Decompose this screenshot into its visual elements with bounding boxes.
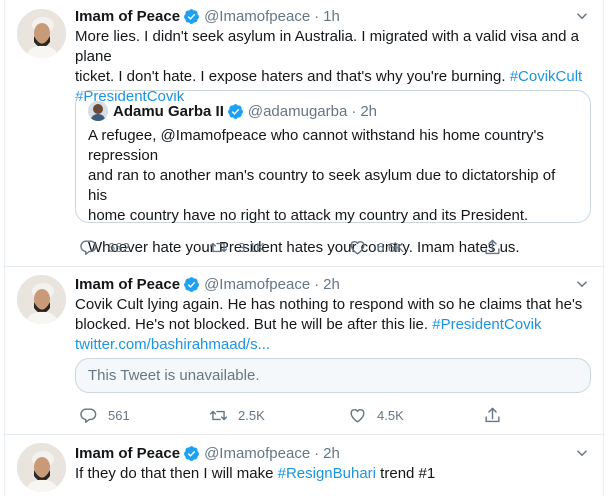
- quoted-author-handle: @adamugarba: [247, 102, 348, 120]
- separator-dot: ·: [351, 102, 357, 120]
- tweet-timestamp[interactable]: 2h: [323, 276, 340, 293]
- author-handle[interactable]: @Imamofpeace: [204, 445, 310, 462]
- tweet-actions: 561 2.5K 4.5K: [75, 405, 591, 425]
- like-button[interactable]: 6.6K: [348, 237, 404, 257]
- share-icon: [483, 406, 502, 425]
- separator-dot: ·: [314, 444, 320, 462]
- tweet-actions: 662 3.1K 6.6K: [75, 237, 591, 257]
- verified-icon: [183, 276, 200, 293]
- chevron-down-icon[interactable]: [573, 7, 591, 25]
- tweet-text-line: Covik Cult lying again. He has nothing t…: [75, 296, 583, 313]
- tweet-timestamp[interactable]: 1h: [323, 8, 340, 25]
- author-name[interactable]: Imam of Peace: [75, 445, 180, 462]
- tweet[interactable]: Imam of Peace @Imamofpeace · 2h Covik Cu…: [5, 267, 603, 435]
- reply-button[interactable]: 561: [79, 405, 130, 425]
- tweet-text-segment: If they do that then I will make: [75, 465, 278, 482]
- tweet-text-segment: trend #1: [376, 465, 436, 482]
- like-icon: [348, 406, 367, 425]
- avatar[interactable]: [17, 9, 66, 58]
- retweet-button[interactable]: 2.5K: [209, 405, 265, 425]
- tweet[interactable]: Imam of Peace @Imamofpeace · 2h If they …: [5, 435, 603, 496]
- separator-dot: ·: [314, 275, 320, 293]
- tweet-text: Covik Cult lying again. He has nothing t…: [75, 295, 591, 355]
- author-handle[interactable]: @Imamofpeace: [204, 276, 310, 293]
- quoted-avatar: [88, 101, 108, 121]
- retweet-count: 2.5K: [238, 407, 265, 423]
- quoted-text-line: and ran to another man's country to seek…: [88, 167, 556, 204]
- tweet-header: Imam of Peace @Imamofpeace · 2h: [75, 273, 591, 295]
- hashtag-link[interactable]: #CovikCult: [510, 68, 583, 85]
- share-icon: [483, 238, 502, 257]
- retweet-count: 3.1K: [238, 239, 265, 255]
- reply-icon: [79, 238, 98, 257]
- share-button[interactable]: [483, 405, 510, 425]
- unavailable-tweet-card: This Tweet is unavailable.: [75, 358, 591, 393]
- tweet-text-line: More lies. I didn't seek asylum in Austr…: [75, 28, 579, 65]
- quoted-author-name: Adamu Garba II: [113, 102, 224, 120]
- quoted-text-line: home country have no right to attack my …: [88, 207, 529, 224]
- retweet-button[interactable]: 3.1K: [209, 237, 265, 257]
- quoted-tweet[interactable]: Adamu Garba II @adamugarba · 2h A refuge…: [75, 90, 591, 256]
- reply-icon: [79, 406, 98, 425]
- author-handle[interactable]: @Imamofpeace: [204, 8, 310, 25]
- like-count: 6.6K: [377, 239, 404, 255]
- avatar[interactable]: [17, 443, 66, 492]
- hashtag-link[interactable]: #PresidentCovik: [432, 316, 541, 333]
- tweet-header: Imam of Peace @Imamofpeace · 2h: [75, 442, 591, 464]
- like-button[interactable]: 4.5K: [348, 405, 404, 425]
- url-link[interactable]: twitter.com/bashirahmaad/s...: [75, 336, 270, 353]
- avatar-image: [17, 9, 66, 58]
- chevron-down-icon[interactable]: [573, 444, 591, 462]
- verified-icon: [183, 445, 200, 462]
- tweet[interactable]: Imam of Peace @Imamofpeace · 1h More lie…: [5, 0, 603, 267]
- retweet-icon: [209, 238, 228, 257]
- author-name[interactable]: Imam of Peace: [75, 8, 180, 25]
- retweet-icon: [209, 406, 228, 425]
- reply-count: 662: [108, 239, 130, 255]
- author-name[interactable]: Imam of Peace: [75, 276, 180, 293]
- verified-icon: [227, 103, 244, 120]
- chevron-down-icon[interactable]: [573, 275, 591, 293]
- avatar[interactable]: [17, 275, 66, 324]
- hashtag-link[interactable]: #ResignBuhari: [278, 465, 376, 482]
- like-count: 4.5K: [377, 407, 404, 423]
- tweet-text: If they do that then I will make #Resign…: [75, 464, 591, 484]
- tweet-header: Imam of Peace @Imamofpeace · 1h: [75, 5, 591, 27]
- separator-dot: ·: [314, 7, 320, 25]
- tweet-text-line: blocked. He's not blocked. But he will b…: [75, 316, 429, 333]
- share-button[interactable]: [483, 237, 510, 257]
- avatar-image: [17, 443, 66, 492]
- quoted-tweet-header: Adamu Garba II @adamugarba · 2h: [88, 101, 377, 121]
- reply-count: 561: [108, 407, 130, 423]
- reply-button[interactable]: 662: [79, 237, 130, 257]
- like-icon: [348, 238, 367, 257]
- avatar-image: [17, 275, 66, 324]
- quoted-avatar-image: [88, 101, 108, 121]
- verified-icon: [183, 8, 200, 25]
- timeline-feed: Imam of Peace @Imamofpeace · 1h More lie…: [4, 0, 604, 496]
- tweet-text-line: ticket. I don't hate. I expose haters an…: [75, 68, 506, 85]
- quoted-text-line: A refugee, @Imamofpeace who cannot withs…: [88, 127, 544, 164]
- quoted-timestamp: 2h: [360, 102, 378, 120]
- tweet-timestamp[interactable]: 2h: [323, 445, 340, 462]
